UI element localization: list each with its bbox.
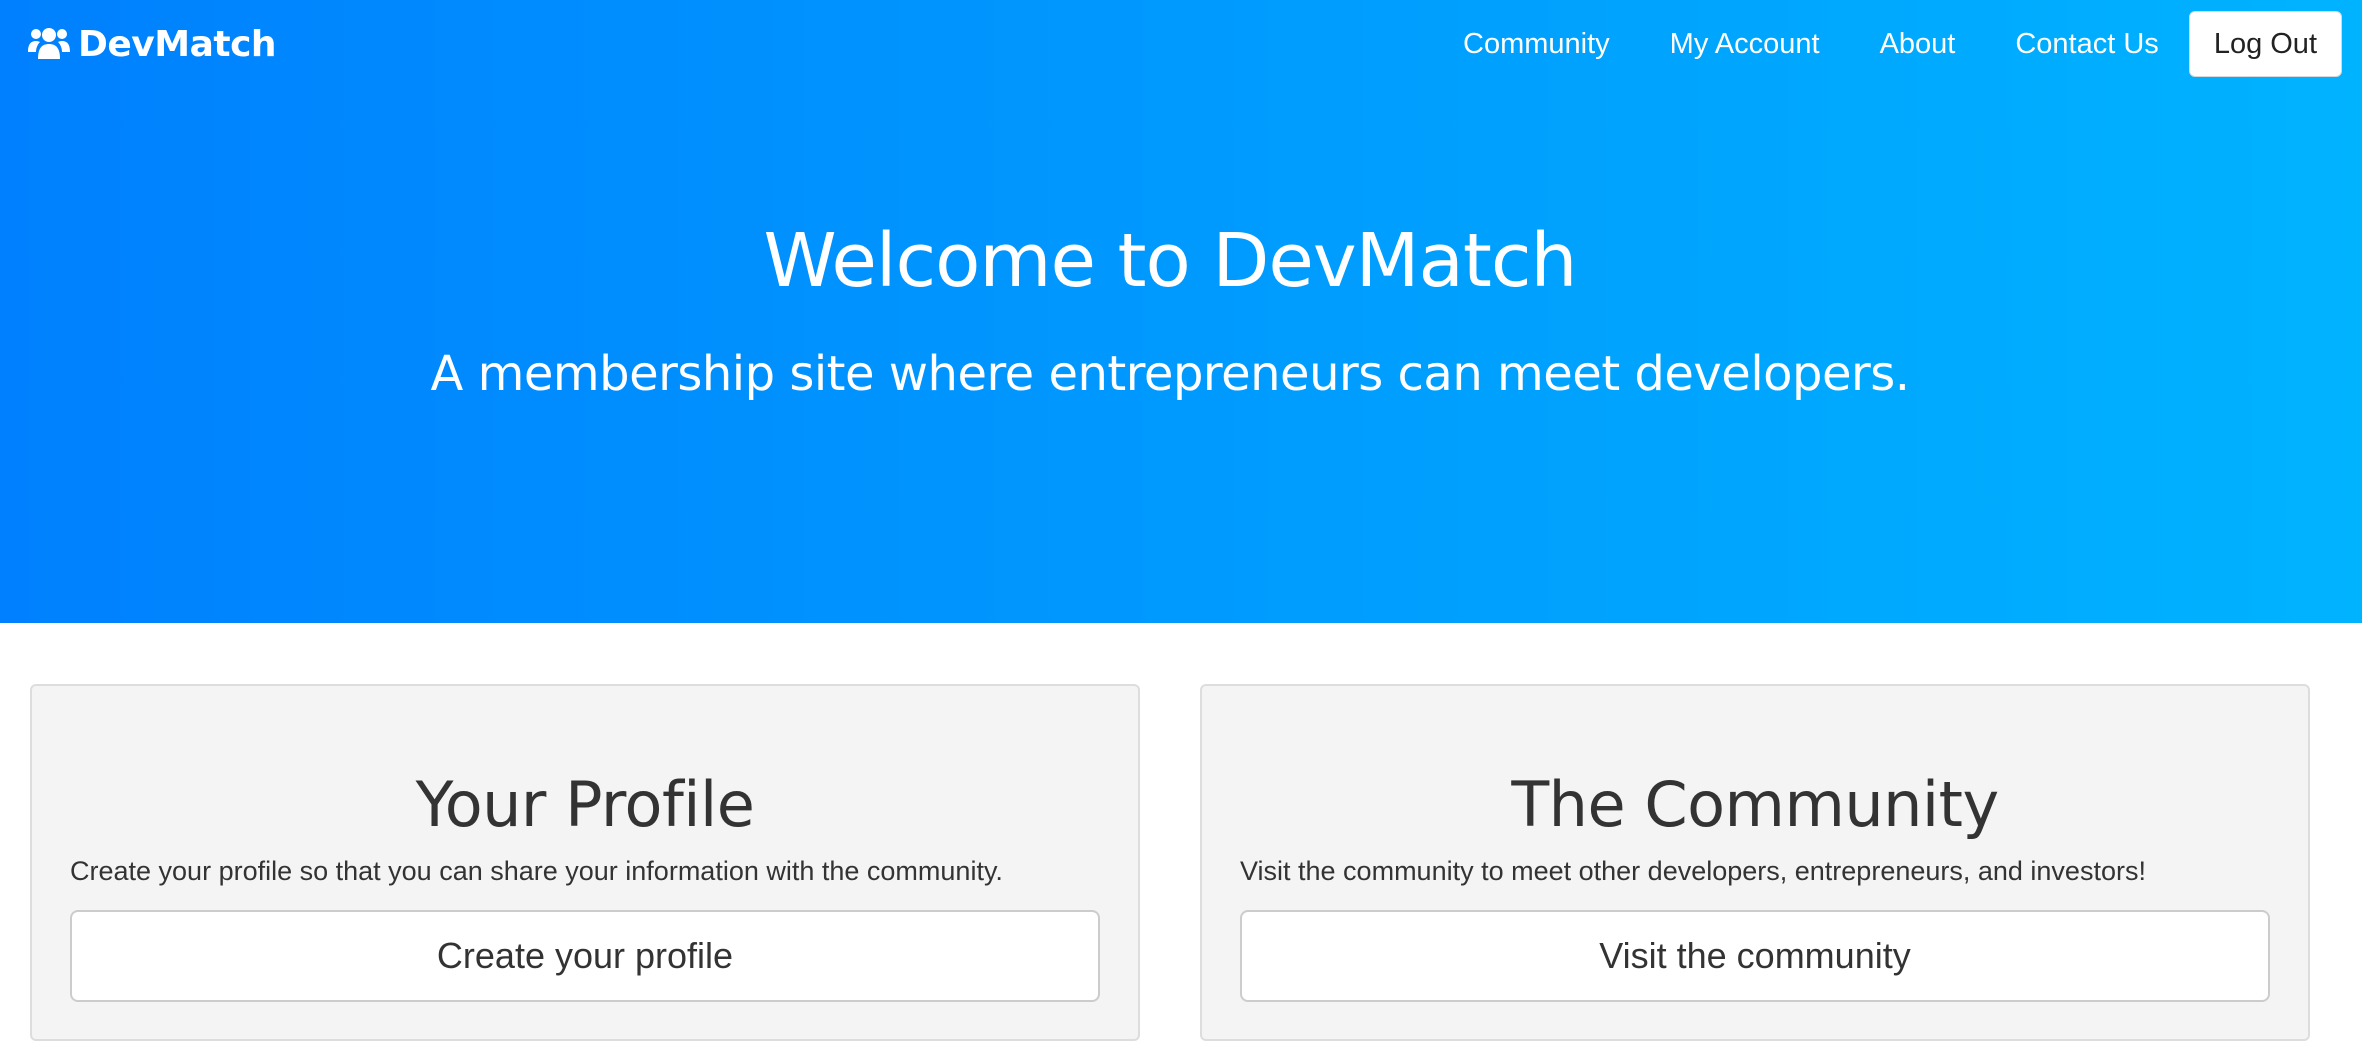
hero-subtitle: A membership site where entrepreneurs ca… xyxy=(430,346,1910,402)
nav-link-my-account[interactable]: My Account xyxy=(1640,28,1850,61)
brand-link[interactable]: DevMatch xyxy=(28,22,277,66)
brand-name: DevMatch xyxy=(78,23,277,65)
community-card: The Community Visit the community to mee… xyxy=(1200,684,2310,1041)
create-profile-button[interactable]: Create your profile xyxy=(70,910,1100,1002)
community-card-text: Visit the community to meet other develo… xyxy=(1240,856,2146,886)
hero-title: Welcome to DevMatch xyxy=(763,218,1578,304)
nav-link-community[interactable]: Community xyxy=(1433,28,1640,61)
nav-link-about[interactable]: About xyxy=(1850,28,1986,61)
profile-card: Your Profile Create your profile so that… xyxy=(30,684,1140,1041)
profile-card-title: Your Profile xyxy=(415,768,755,841)
nav-link-contact-us[interactable]: Contact Us xyxy=(1985,28,2188,61)
hero-section: DevMatch Community My Account About Cont… xyxy=(0,0,2362,623)
navbar: DevMatch Community My Account About Cont… xyxy=(0,0,2362,88)
profile-card-text: Create your profile so that you can shar… xyxy=(70,856,1003,886)
visit-community-button[interactable]: Visit the community xyxy=(1240,910,2270,1002)
logout-button[interactable]: Log Out xyxy=(2188,11,2342,77)
nav-links: Community My Account About Contact Us Lo… xyxy=(1433,0,2362,88)
page: DevMatch Community My Account About Cont… xyxy=(0,0,2362,1058)
community-card-title: The Community xyxy=(1511,768,1999,841)
users-icon xyxy=(28,28,70,59)
